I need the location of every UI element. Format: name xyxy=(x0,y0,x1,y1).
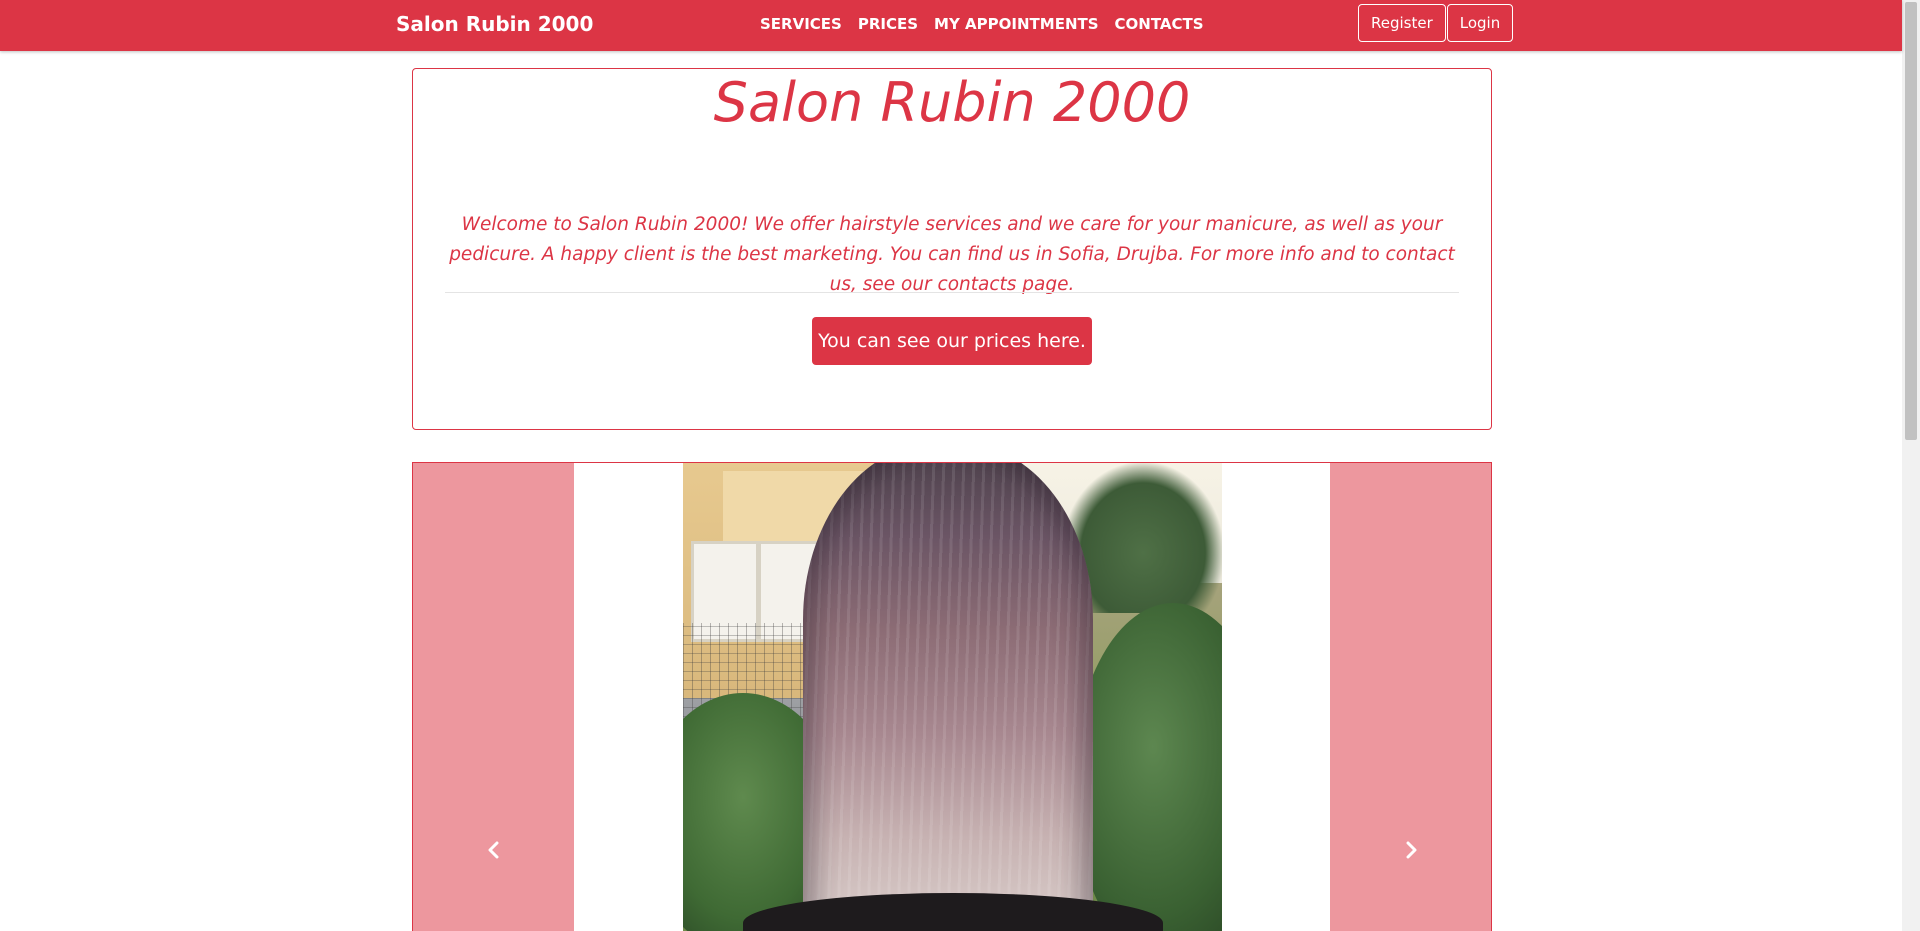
image-carousel xyxy=(412,462,1492,931)
nav-contacts[interactable]: CONTACTS xyxy=(1115,14,1204,34)
chevron-right-icon xyxy=(1406,841,1417,859)
navbar: Salon Rubin 2000 SERVICES PRICES MY APPO… xyxy=(0,0,1902,51)
auth-buttons: Register Login xyxy=(1358,4,1514,42)
carousel-prev-button[interactable] xyxy=(413,463,574,931)
login-button[interactable]: Login xyxy=(1446,4,1514,42)
register-button[interactable]: Register xyxy=(1358,4,1446,42)
nav-links: SERVICES PRICES MY APPOINTMENTS CONTACTS xyxy=(760,14,1220,34)
page-scrollbar[interactable] xyxy=(1902,0,1920,931)
divider xyxy=(445,292,1459,293)
nav-services[interactable]: SERVICES xyxy=(760,14,842,34)
brand-link[interactable]: Salon Rubin 2000 xyxy=(396,11,593,37)
prices-button[interactable]: You can see our prices here. xyxy=(812,317,1092,365)
chevron-left-icon xyxy=(488,841,498,859)
welcome-text: Welcome to Salon Rubin 2000! We offer ha… xyxy=(449,214,1455,295)
carousel-hair-photo xyxy=(683,463,1222,931)
page-title: Salon Rubin 2000 xyxy=(713,71,1191,134)
carousel-next-button[interactable] xyxy=(1330,463,1491,931)
jumbotron: Salon Rubin 2000 Welcome to Salon Rubin … xyxy=(412,68,1492,430)
scrollbar-thumb[interactable] xyxy=(1905,2,1917,440)
nav-prices[interactable]: PRICES xyxy=(858,14,918,34)
nav-my-appointments[interactable]: MY APPOINTMENTS xyxy=(934,14,1099,34)
